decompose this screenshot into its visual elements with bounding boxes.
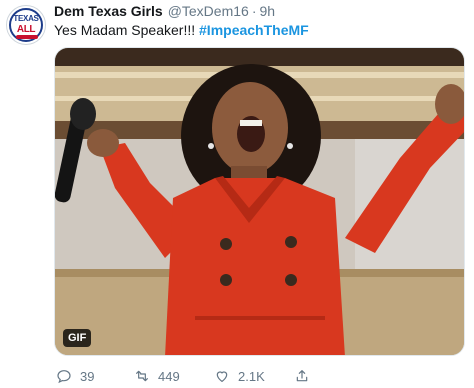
- gif-image: [55, 48, 464, 355]
- tweet-header: Dem Texas Girls @TexDem16 · 9h: [54, 3, 275, 21]
- hashtag-link[interactable]: #ImpeachTheMF: [199, 22, 309, 38]
- reply-count: 39: [80, 368, 95, 384]
- tweet-body: Yes Madam Speaker!!!: [54, 22, 196, 38]
- tweet-text: Yes Madam Speaker!!! #ImpeachTheMF: [54, 22, 309, 38]
- avatar-logo-top: TEXAS: [13, 14, 39, 23]
- header-separator: ·: [251, 3, 257, 19]
- tweet-actions: 39 449 2.1K: [54, 366, 465, 386]
- retweet-button[interactable]: 449: [134, 366, 180, 386]
- share-button[interactable]: [294, 366, 318, 386]
- like-button[interactable]: 2.1K: [214, 366, 265, 386]
- tweet: TEXAS ALL Dem Texas Girls @TexDem16 · 9h…: [0, 0, 474, 388]
- reply-icon: [57, 370, 71, 384]
- heart-icon: [216, 371, 228, 382]
- avatar-logo-bottom: ALL: [16, 24, 36, 35]
- retweet-count: 449: [158, 368, 180, 384]
- retweet-icon: [136, 370, 148, 382]
- share-icon: [296, 370, 308, 382]
- reply-button[interactable]: 39: [56, 366, 94, 386]
- avatar-swoosh: [16, 35, 38, 39]
- avatar[interactable]: TEXAS ALL: [6, 5, 46, 45]
- display-name[interactable]: Dem Texas Girls: [54, 3, 163, 19]
- tweet-timestamp[interactable]: 9h: [260, 3, 276, 19]
- gif-badge: GIF: [63, 329, 92, 347]
- like-count: 2.1K: [238, 368, 265, 384]
- user-handle[interactable]: @TexDem16: [168, 3, 249, 19]
- gif-media[interactable]: GIF: [54, 47, 465, 356]
